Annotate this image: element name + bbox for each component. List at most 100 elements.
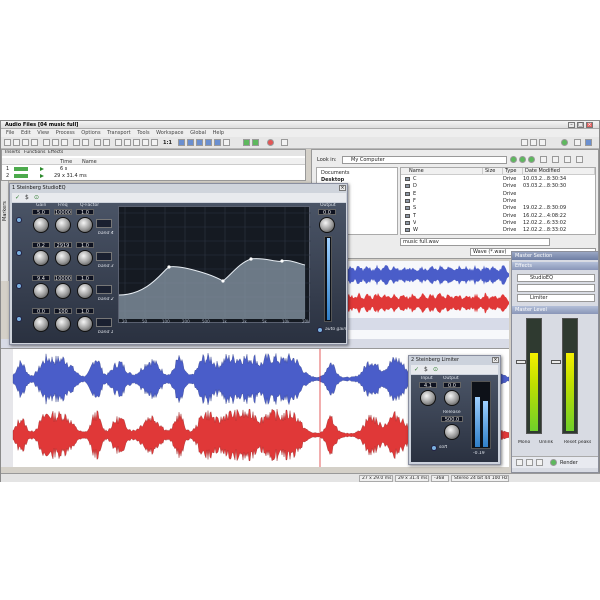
record-icon[interactable]: [267, 139, 274, 146]
menu-global[interactable]: Global: [190, 129, 206, 137]
band-power-toggle[interactable]: [16, 250, 22, 256]
play-icon[interactable]: [243, 139, 250, 146]
close-icon[interactable]: ×: [339, 185, 346, 191]
mono-button[interactable]: Mono: [518, 440, 530, 445]
save-all-icon[interactable]: [31, 139, 38, 146]
eq-node-band-1[interactable]: [167, 265, 171, 269]
render-icon[interactable]: [550, 459, 557, 466]
view-icon-3[interactable]: [539, 139, 546, 146]
band-gain-value[interactable]: 0.0: [32, 308, 50, 314]
master-level-header[interactable]: Master Level: [512, 306, 598, 314]
zoom-fit-icon[interactable]: [133, 139, 140, 146]
effect-slot-2[interactable]: [517, 284, 595, 292]
reset-peaks-button[interactable]: Reset peaks: [564, 440, 591, 445]
overview-waveform[interactable]: [346, 261, 509, 339]
filter-shape-icon[interactable]: [96, 285, 112, 294]
new-folder-icon[interactable]: [552, 156, 559, 163]
band-power-toggle[interactable]: [16, 217, 22, 223]
loop-icon[interactable]: [214, 139, 221, 146]
tab-functions[interactable]: Functions: [24, 150, 46, 155]
redo-icon[interactable]: [82, 139, 89, 146]
globe-icon[interactable]: [561, 139, 568, 146]
tree-item-documents[interactable]: Documents: [321, 170, 350, 177]
play-icon[interactable]: [40, 174, 44, 178]
soft-toggle[interactable]: [431, 445, 437, 451]
view-icon-2[interactable]: [530, 139, 537, 146]
tab-effects[interactable]: Effects: [48, 150, 63, 155]
power-icon[interactable]: ⊙: [433, 366, 438, 373]
menu-help[interactable]: Help: [213, 129, 224, 137]
forward-icon[interactable]: [196, 139, 203, 146]
copy-icon[interactable]: [52, 139, 59, 146]
preset-icon[interactable]: $: [25, 194, 29, 201]
close-icon[interactable]: ×: [586, 122, 593, 128]
silence-icon[interactable]: [103, 139, 110, 146]
forward-icon[interactable]: [519, 156, 526, 163]
output-value[interactable]: 0.0: [318, 209, 336, 215]
column-type[interactable]: Type: [503, 168, 523, 175]
eq-node-band-2[interactable]: [221, 279, 225, 283]
menu-options[interactable]: Options: [81, 129, 100, 137]
unlink-button[interactable]: Unlink: [539, 440, 553, 445]
filter-shape-icon[interactable]: [96, 318, 112, 327]
band-q-value[interactable]: 1.0: [76, 275, 94, 281]
rewind-icon[interactable]: [187, 139, 194, 146]
fader-right[interactable]: [551, 360, 561, 364]
band-gain-value[interactable]: 9.4: [32, 275, 50, 281]
play-selection-icon[interactable]: [252, 139, 259, 146]
eq-node-band-3[interactable]: [249, 257, 253, 261]
band-q-knob[interactable]: [77, 250, 93, 266]
filter-shape-icon[interactable]: [96, 219, 112, 228]
filter-shape-icon[interactable]: [96, 252, 112, 261]
band-freq-knob[interactable]: [55, 283, 71, 299]
table-row[interactable]: 1 6 s: [2, 166, 305, 173]
column-name[interactable]: Name: [401, 168, 483, 175]
view-mode-icon[interactable]: [564, 156, 571, 163]
preset-icon[interactable]: $: [424, 366, 428, 373]
band-power-toggle[interactable]: [16, 283, 22, 289]
menu-tools[interactable]: Tools: [137, 129, 149, 137]
output-value[interactable]: 0.0: [443, 382, 461, 388]
table-row[interactable]: T Drive 16.02.2...4:08:22: [401, 213, 595, 220]
column-date-modified[interactable]: Date Modified: [523, 168, 595, 175]
band-gain-knob[interactable]: [33, 283, 49, 299]
cut-icon[interactable]: [43, 139, 50, 146]
file-name-input[interactable]: music full.wav: [400, 238, 550, 246]
view-icon-1[interactable]: [521, 139, 528, 146]
close-icon[interactable]: ×: [492, 357, 499, 363]
table-row[interactable]: D Drive 03.03.2...8:30:30: [401, 183, 595, 190]
power-icon[interactable]: ⊙: [34, 194, 39, 201]
zoom-in-icon[interactable]: [115, 139, 122, 146]
settings-icon[interactable]: [281, 139, 288, 146]
look-in-select[interactable]: My Computer: [342, 156, 507, 164]
band-freq-value[interactable]: 10000: [54, 209, 72, 215]
effect-slot-1[interactable]: StudioEQ: [517, 274, 595, 282]
tab-inserts[interactable]: Inserts: [5, 150, 20, 155]
band-freq-knob[interactable]: [55, 316, 71, 332]
go-start-icon[interactable]: [178, 139, 185, 146]
band-q-value[interactable]: 1.0: [76, 209, 94, 215]
auto-gain-toggle[interactable]: [317, 327, 323, 333]
table-row[interactable]: F Drive: [401, 198, 595, 205]
column-name[interactable]: Name: [82, 159, 97, 165]
table-row[interactable]: W Drive 12.02.2...8:33:02: [401, 227, 595, 234]
band-q-knob[interactable]: [77, 316, 93, 332]
markers-panel[interactable]: Markers: [1, 181, 9, 281]
bypass-check-icon[interactable]: ✓: [414, 366, 419, 373]
band-q-value[interactable]: 1.0: [76, 242, 94, 248]
zoom-out-icon[interactable]: [124, 139, 131, 146]
refresh-icon[interactable]: [528, 156, 535, 163]
zoom-ratio[interactable]: 1:1: [163, 140, 172, 146]
save-icon[interactable]: [22, 139, 29, 146]
column-size[interactable]: Size: [483, 168, 503, 175]
output-knob[interactable]: [444, 390, 460, 406]
band-gain-knob[interactable]: [33, 316, 49, 332]
band-q-value[interactable]: 1.0: [76, 308, 94, 314]
band-freq-value[interactable]: 10000: [54, 275, 72, 281]
table-row[interactable]: V Drive 12.02.2...6:33:02: [401, 220, 595, 227]
table-row[interactable]: C Drive 10.03.2...8:30:34: [401, 176, 595, 183]
band-freq-knob[interactable]: [55, 250, 71, 266]
dither-icon[interactable]: [526, 459, 533, 466]
band-gain-value[interactable]: 0.2: [32, 242, 50, 248]
new-file-icon[interactable]: [4, 139, 11, 146]
